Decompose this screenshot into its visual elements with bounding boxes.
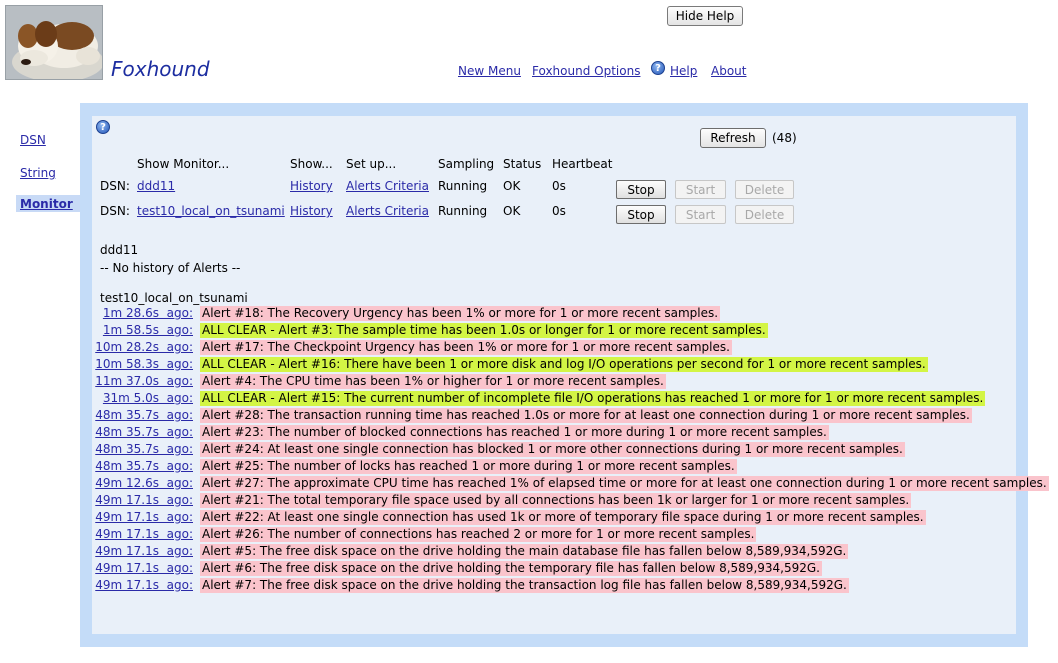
alert-message: Alert #17: The Checkpoint Urgency has be… (200, 340, 732, 355)
history-section-title-ddd11: ddd11 (100, 243, 139, 257)
alert-message: Alert #27: The approximate CPU time has … (200, 476, 1049, 491)
alert-message: Alert #7: The free disk space on the dri… (200, 578, 849, 593)
heartbeat-value: 0s (552, 204, 566, 218)
history-link-ddd11[interactable]: History (290, 179, 333, 193)
alert-time-link[interactable]: 48m 35.7s ago: (95, 442, 193, 456)
alert-message: Alert #26: The number of connections has… (200, 527, 757, 542)
alert-message: Alert #22: At least one single connectio… (200, 510, 926, 525)
alert-time-link[interactable]: 49m 12.6s ago: (95, 476, 193, 490)
alert-message: Alert #21: The total temporary file spac… (200, 493, 912, 508)
monitor-link-ddd11[interactable]: ddd11 (137, 179, 175, 193)
alert-time-link[interactable]: 10m 58.3s ago: (95, 357, 193, 371)
alert-time-link[interactable]: 49m 17.1s ago: (95, 561, 193, 575)
sampling-status: Running (438, 179, 488, 193)
nav-foxhound-options[interactable]: Foxhound Options (532, 64, 640, 78)
alert-time-link[interactable]: 1m 28.6s ago: (103, 306, 193, 320)
alert-time-link[interactable]: 10m 28.2s ago: (95, 340, 193, 354)
help-icon[interactable]: ? (651, 61, 665, 75)
start-button-test10[interactable]: Start (675, 205, 726, 224)
alert-time-link[interactable]: 48m 35.7s ago: (95, 425, 193, 439)
alert-time-link[interactable]: 31m 5.0s ago: (103, 391, 193, 405)
foxhound-logo (5, 5, 103, 80)
sidenav-item-monitor[interactable]: Monitor (20, 197, 73, 211)
alert-message: Alert #4: The CPU time has been 1% or hi… (200, 374, 666, 389)
monitor-link-test10[interactable]: test10_local_on_tsunami (137, 204, 285, 218)
alert-message: Alert #25: The number of locks has reach… (200, 459, 737, 474)
all-clear-message: ALL CLEAR - Alert #16: There have been 1… (200, 357, 928, 372)
stop-button-ddd11[interactable]: Stop (616, 180, 666, 199)
alert-time-link[interactable]: 49m 17.1s ago: (95, 544, 193, 558)
nav-help[interactable]: Help (670, 64, 697, 78)
history-link-test10[interactable]: History (290, 204, 333, 218)
alert-message: Alert #6: The free disk space on the dri… (200, 561, 822, 576)
all-clear-message: ALL CLEAR - Alert #3: The sample time ha… (200, 323, 768, 338)
stop-button-test10[interactable]: Stop (616, 205, 666, 224)
header-show-monitor: Show Monitor... (137, 157, 230, 171)
refresh-button[interactable]: Refresh (700, 128, 766, 148)
alert-message: Alert #23: The number of blocked connect… (200, 425, 829, 440)
alerts-criteria-link-ddd11[interactable]: Alerts Criteria (346, 179, 429, 193)
sidenav-item-dsn[interactable]: DSN (20, 133, 46, 147)
alert-time-link[interactable]: 49m 17.1s ago: (95, 510, 193, 524)
alert-time-link[interactable]: 49m 17.1s ago: (95, 527, 193, 541)
header-setup: Set up... (346, 157, 397, 171)
no-history-message: -- No history of Alerts -- (100, 261, 241, 275)
alert-message: Alert #28: The transaction running time … (200, 408, 972, 423)
alert-time-link[interactable]: 11m 37.0s ago: (95, 374, 193, 388)
header-status: Status (503, 157, 542, 171)
history-section-title-test10: test10_local_on_tsunami (100, 291, 248, 305)
panel-help-icon[interactable]: ? (96, 120, 110, 134)
refresh-count: (48) (772, 131, 797, 145)
brand-title: Foxhound (111, 57, 210, 81)
heartbeat-value: 0s (552, 179, 566, 193)
alert-time-link[interactable]: 48m 35.7s ago: (95, 408, 193, 422)
row-dsn-label: DSN: (100, 179, 130, 193)
nav-about[interactable]: About (711, 64, 746, 78)
header-sampling: Sampling (438, 157, 495, 171)
alert-message: Alert #24: At least one single connectio… (200, 442, 905, 457)
alerts-criteria-link-test10[interactable]: Alerts Criteria (346, 204, 429, 218)
start-button-ddd11[interactable]: Start (675, 180, 726, 199)
sampling-status: Running (438, 204, 488, 218)
alert-time-link[interactable]: 49m 17.1s ago: (95, 578, 193, 592)
header-show: Show... (290, 157, 333, 171)
nav-new-menu[interactable]: New Menu (458, 64, 521, 78)
alert-message: Alert #18: The Recovery Urgency has been… (200, 306, 721, 321)
status-value: OK (503, 204, 521, 218)
alert-time-link[interactable]: 49m 17.1s ago: (95, 493, 193, 507)
delete-button-ddd11[interactable]: Delete (735, 180, 794, 199)
all-clear-message: ALL CLEAR - Alert #15: The current numbe… (200, 391, 986, 406)
alert-time-link[interactable]: 1m 58.5s ago: (103, 323, 193, 337)
hide-help-button[interactable]: Hide Help (667, 6, 743, 26)
delete-button-test10[interactable]: Delete (735, 205, 794, 224)
row-dsn-label: DSN: (100, 204, 130, 218)
header-heartbeat: Heartbeat (552, 157, 613, 171)
status-value: OK (503, 179, 521, 193)
sidenav-item-string[interactable]: String (20, 166, 56, 180)
alert-message: Alert #5: The free disk space on the dri… (200, 544, 849, 559)
alert-time-link[interactable]: 48m 35.7s ago: (95, 459, 193, 473)
